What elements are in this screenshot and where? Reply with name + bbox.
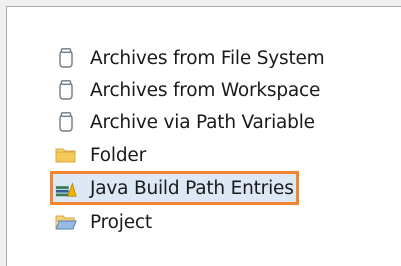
- java-build-path-icon: [55, 177, 77, 199]
- list-item-archives-from-workspace[interactable]: Archives from Workspace: [55, 76, 320, 104]
- list-item-label: Folder: [90, 144, 146, 166]
- open-folder-icon: [55, 211, 77, 233]
- list-item-label: Java Build Path Entries: [90, 177, 294, 199]
- list-item-project[interactable]: Project: [55, 208, 152, 236]
- list-item-label: Archives from Workspace: [90, 79, 321, 101]
- list-item-archives-from-file-system[interactable]: Archives from File System: [55, 44, 325, 72]
- list-item-label: Archive via Path Variable: [90, 111, 315, 133]
- jar-icon: [55, 111, 77, 133]
- list-item-folder[interactable]: Folder: [55, 141, 146, 169]
- jar-icon: [55, 47, 77, 69]
- list-item-label: Archives from File System: [90, 47, 325, 69]
- list-item-java-build-path-entries[interactable]: Java Build Path Entries: [50, 171, 299, 205]
- list-item-archive-via-path-variable[interactable]: Archive via Path Variable: [55, 108, 315, 136]
- jar-icon: [55, 79, 77, 101]
- source-type-list[interactable]: Archives from File System Archives from …: [6, 6, 401, 266]
- list-item-label: Project: [90, 211, 152, 233]
- folder-icon: [55, 144, 77, 166]
